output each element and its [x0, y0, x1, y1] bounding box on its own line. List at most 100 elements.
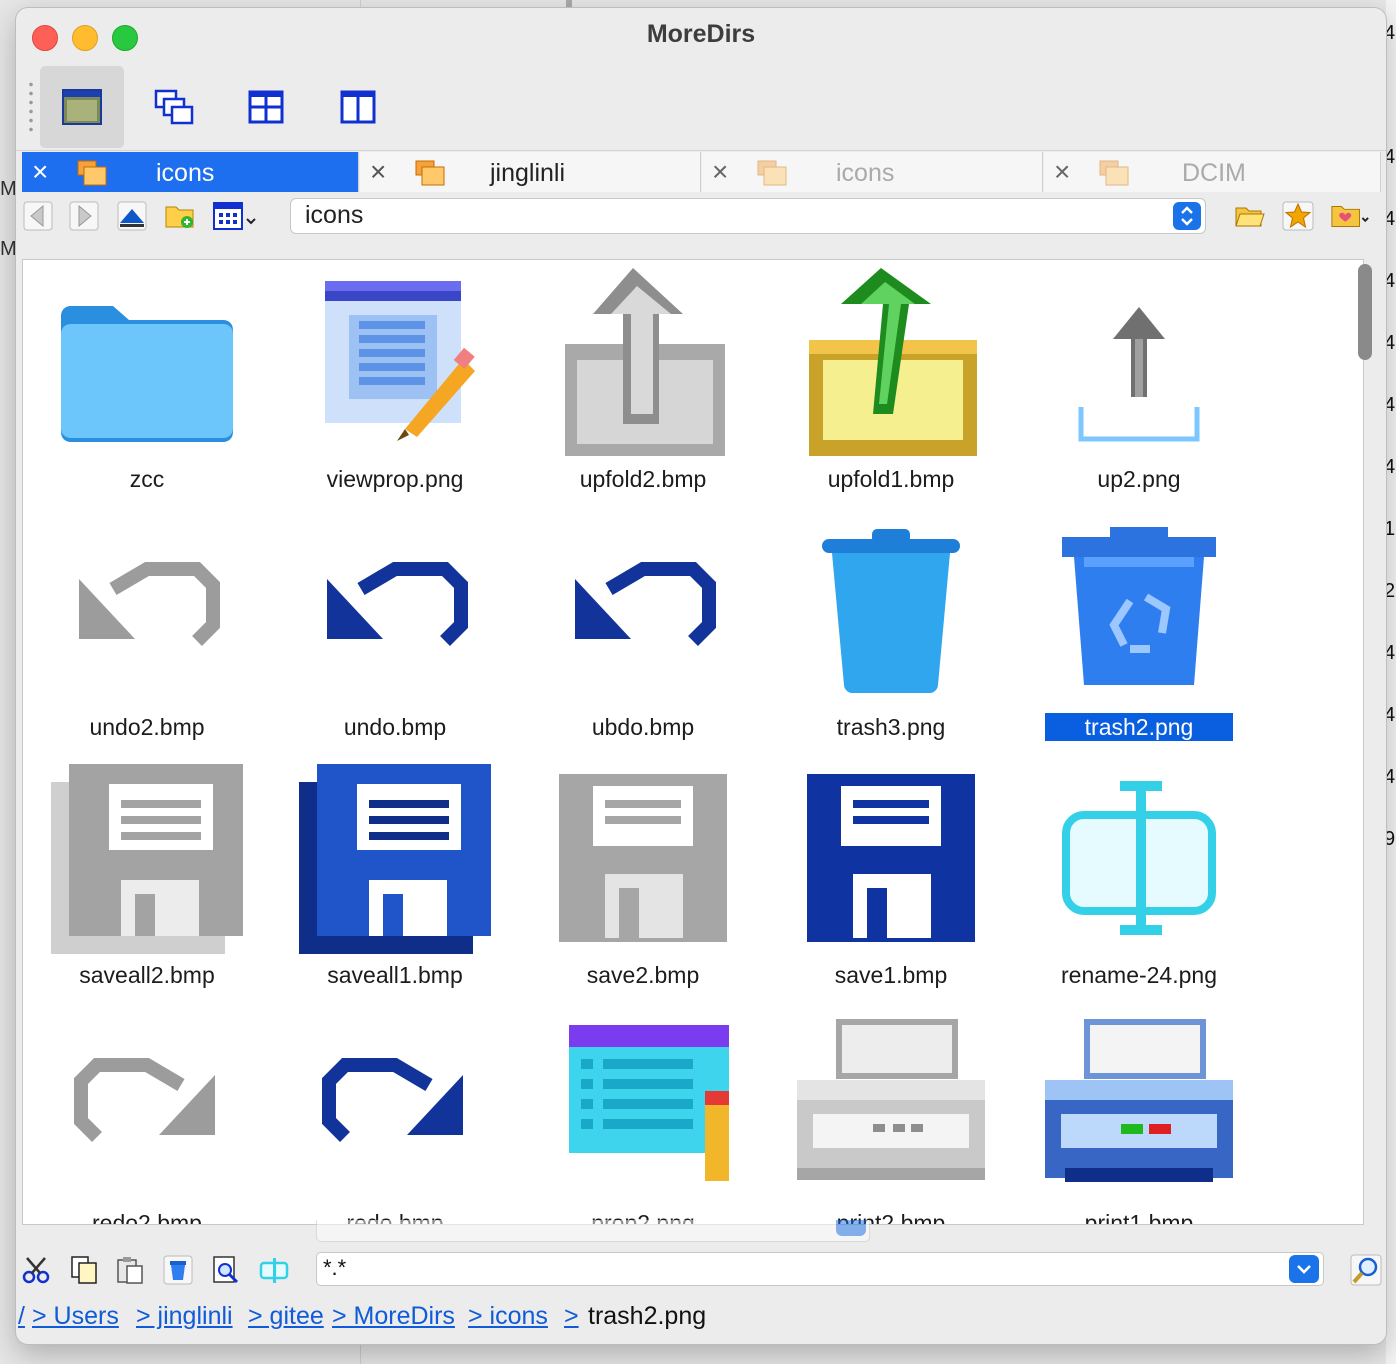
- single-pane-icon: [62, 89, 102, 125]
- vertical-split-button[interactable]: [316, 66, 400, 148]
- search-icon: [1350, 1254, 1382, 1286]
- close-tab-icon[interactable]: ×: [370, 158, 386, 186]
- breadcrumb-separator[interactable]: >: [564, 1302, 579, 1331]
- file-item-print2[interactable]: print2.bmp: [767, 1004, 1015, 1224]
- close-tab-icon[interactable]: ×: [1054, 158, 1070, 186]
- breadcrumb-root[interactable]: /: [18, 1302, 25, 1331]
- up-folder-gray-icon: [543, 264, 743, 460]
- background-glyph: M: [0, 238, 17, 260]
- recycle-bin-icon: [1039, 512, 1239, 708]
- layout-toolbar: [16, 64, 1386, 151]
- new-folder-button[interactable]: [162, 198, 198, 234]
- file-name: upfold1.bmp: [827, 466, 955, 492]
- folders-icon: [414, 159, 446, 192]
- upload-arrow-icon: [1039, 264, 1239, 460]
- file-filter-combobox[interactable]: *.*: [316, 1252, 1324, 1286]
- tab-label: DCIM: [1182, 159, 1246, 187]
- copy-document-icon: [71, 1256, 97, 1284]
- file-item-print1[interactable]: print1.bmp: [1015, 1004, 1263, 1224]
- file-item-undo2[interactable]: undo2.bmp: [23, 508, 271, 756]
- toolbar-grip-icon[interactable]: [29, 80, 33, 136]
- breadcrumb-gitee[interactable]: > gitee: [248, 1302, 324, 1331]
- file-filter-input[interactable]: *.*: [323, 1255, 346, 1281]
- folders-icon: [76, 159, 108, 192]
- file-item-viewprop[interactable]: viewprop.png: [271, 260, 519, 508]
- printer-gray-icon: [791, 1008, 991, 1204]
- bookmarks-dropdown[interactable]: [1330, 198, 1370, 234]
- file-item-saveall2[interactable]: saveall2.bmp: [23, 756, 271, 1004]
- vertical-scrollbar-thumb[interactable]: [1358, 264, 1372, 360]
- search-button[interactable]: [1348, 1252, 1384, 1288]
- delete-button[interactable]: [160, 1252, 196, 1288]
- path-input[interactable]: icons: [305, 201, 363, 230]
- favorites-button[interactable]: [1280, 198, 1316, 234]
- view-mode-dropdown[interactable]: [210, 198, 262, 234]
- star-icon: [1282, 201, 1314, 231]
- moredirs-window: MoreDirs × icons × jinglinli × icons × D…: [16, 8, 1386, 1344]
- file-name: trash3.png: [836, 714, 946, 740]
- folders-icon: [756, 159, 788, 192]
- chevron-down-icon[interactable]: [1289, 1255, 1319, 1283]
- new-folder-icon: [165, 206, 194, 228]
- close-tab-icon[interactable]: ×: [32, 158, 48, 186]
- file-item-ubdo[interactable]: ubdo.bmp: [519, 508, 767, 756]
- breadcrumb-icons[interactable]: > icons: [468, 1302, 548, 1331]
- grid-layout-icon: [248, 90, 284, 124]
- file-item-undo[interactable]: undo.bmp: [271, 508, 519, 756]
- secondary-dropdown-icon[interactable]: [836, 1220, 866, 1236]
- file-item-trash2[interactable]: trash2.png: [1015, 508, 1263, 756]
- path-combobox[interactable]: icons: [290, 198, 1206, 234]
- file-name: viewprop.png: [326, 466, 464, 492]
- copy-button[interactable]: [66, 1252, 102, 1288]
- tab-dcim[interactable]: × DCIM: [1044, 152, 1381, 192]
- file-item-save1[interactable]: save1.bmp: [767, 756, 1015, 1004]
- background-window-edge: [1386, 0, 1396, 1364]
- file-name: saveall1.bmp: [327, 962, 463, 988]
- file-item-redo2[interactable]: redo2.bmp: [23, 1004, 271, 1224]
- breadcrumb-jinglinli[interactable]: > jinglinli: [136, 1302, 233, 1331]
- paste-button[interactable]: [112, 1252, 148, 1288]
- tab-icons-active[interactable]: × icons: [22, 152, 359, 192]
- trash-can-icon: [791, 512, 991, 708]
- cascade-panes-button[interactable]: [132, 66, 216, 148]
- file-item-save2[interactable]: save2.bmp: [519, 756, 767, 1004]
- file-name: up2.png: [1097, 466, 1181, 492]
- forward-button[interactable]: [66, 198, 102, 234]
- file-item-up2[interactable]: up2.png: [1015, 260, 1263, 508]
- single-pane-button[interactable]: [40, 66, 124, 148]
- cut-button[interactable]: [18, 1252, 54, 1288]
- file-item-upfold2[interactable]: upfold2.bmp: [519, 260, 767, 508]
- path-stepper-icon[interactable]: [1173, 202, 1201, 230]
- file-icon-grid[interactable]: zcc viewprop.png upfold2.bmp upfold1.bmp: [22, 259, 1364, 1225]
- breadcrumb-moredirs[interactable]: > MoreDirs: [332, 1302, 455, 1331]
- file-item-trash3[interactable]: trash3.png: [767, 508, 1015, 756]
- file-item-saveall1[interactable]: saveall1.bmp: [271, 756, 519, 1004]
- file-item-zcc[interactable]: zcc: [23, 260, 271, 508]
- view-properties-icon: [295, 264, 495, 460]
- file-name: undo2.bmp: [89, 714, 205, 740]
- file-item-prop2[interactable]: prop2.png: [519, 1004, 767, 1224]
- rename-button[interactable]: [256, 1252, 292, 1288]
- folder-icon: [47, 264, 247, 460]
- scissors-icon: [22, 1257, 50, 1284]
- navigation-bar: icons: [16, 194, 1386, 240]
- undo-blue-icon: [543, 512, 743, 708]
- file-name: saveall2.bmp: [79, 962, 215, 988]
- close-tab-icon[interactable]: ×: [712, 158, 728, 186]
- back-button[interactable]: [20, 198, 56, 234]
- grid-panes-button[interactable]: [224, 66, 308, 148]
- open-folder-button[interactable]: [1232, 198, 1268, 234]
- tab-jinglinli[interactable]: × jinglinli: [360, 152, 701, 192]
- file-item-rename-24[interactable]: rename-24.png: [1015, 756, 1263, 1004]
- tab-label: jinglinli: [490, 159, 566, 187]
- file-name: upfold2.bmp: [579, 466, 707, 492]
- tab-icons[interactable]: × icons: [702, 152, 1043, 192]
- window-title: MoreDirs: [646, 20, 756, 48]
- parent-folder-button[interactable]: [114, 198, 150, 234]
- preview-button[interactable]: [208, 1252, 244, 1288]
- file-item-upfold1[interactable]: upfold1.bmp: [767, 260, 1015, 508]
- secondary-filter-input[interactable]: [316, 1220, 870, 1242]
- file-item-redo[interactable]: redo.bmp: [271, 1004, 519, 1224]
- breadcrumb-users[interactable]: > Users: [32, 1302, 119, 1331]
- file-name: trash2.png: [1044, 713, 1234, 741]
